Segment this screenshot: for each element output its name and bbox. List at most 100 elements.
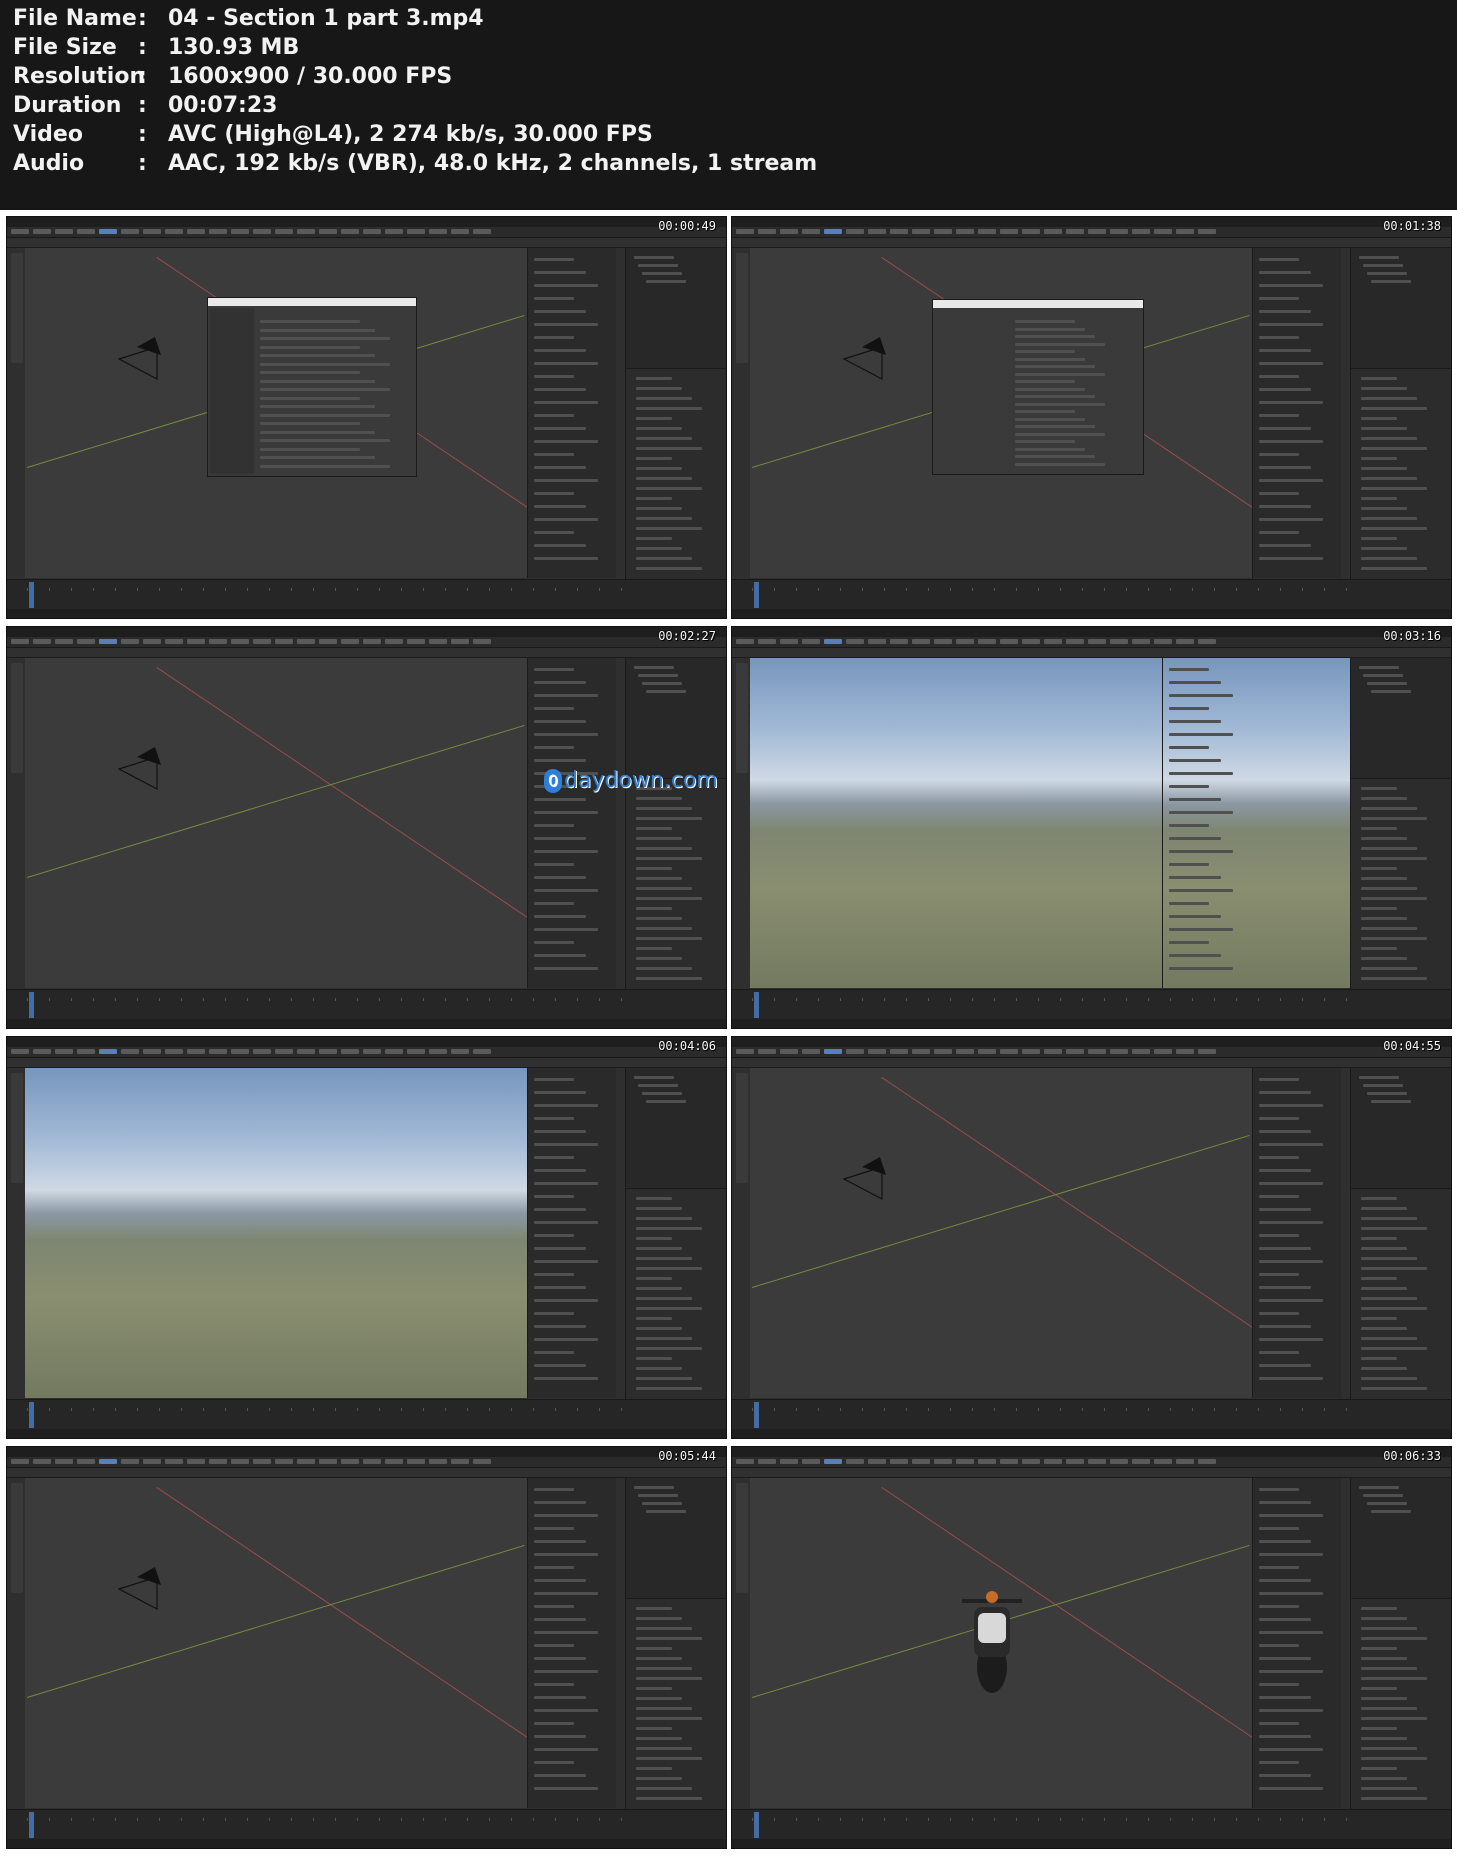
property-row[interactable] [1361,907,1397,910]
panel-row[interactable] [1259,1351,1299,1354]
property-row[interactable] [1361,1317,1397,1320]
menu-item[interactable] [868,1459,886,1464]
menu-item[interactable] [121,639,139,644]
property-row[interactable] [636,1767,672,1770]
panel-row[interactable] [534,531,574,534]
panel-row[interactable] [534,1605,574,1608]
panel-row[interactable] [534,824,574,827]
menu-item[interactable] [934,1049,952,1054]
panel-row[interactable] [534,1670,598,1673]
property-row[interactable] [636,517,692,520]
panel-row[interactable] [534,1247,586,1250]
camera-object-icon[interactable] [842,337,912,387]
outliner-row[interactable] [638,264,678,267]
menu-item[interactable] [77,1049,95,1054]
tool-shelf[interactable] [736,1483,748,1593]
property-row[interactable] [1361,1267,1427,1270]
property-row[interactable] [636,827,672,830]
panel-row[interactable] [1259,1644,1299,1647]
menu-item[interactable] [868,639,886,644]
menu-item[interactable] [1176,1459,1194,1464]
panel-row[interactable] [1169,720,1221,723]
file-row[interactable] [1015,402,1105,406]
timeline[interactable] [732,1399,1451,1430]
property-row[interactable] [636,1197,672,1200]
file-row[interactable] [1015,320,1075,323]
panel-row[interactable] [534,1117,574,1120]
menu-item[interactable] [99,1459,117,1464]
outliner-row[interactable] [642,682,682,685]
timeline[interactable] [732,989,1451,1020]
panel-row[interactable] [534,401,598,404]
outliner[interactable] [625,1478,726,1598]
property-row[interactable] [636,877,682,880]
property-row[interactable] [1361,427,1407,430]
property-row[interactable] [636,1297,692,1300]
panel-row[interactable] [534,798,586,801]
menu-item[interactable] [275,229,293,234]
panel-row[interactable] [534,720,586,723]
menu-item[interactable] [55,1459,73,1464]
menu-item[interactable] [253,1459,271,1464]
panel-row[interactable] [1259,323,1323,326]
property-row[interactable] [636,1347,702,1350]
panel-row[interactable] [534,1273,574,1276]
outliner-row[interactable] [642,1502,682,1505]
property-row[interactable] [1361,1737,1407,1740]
panel-row[interactable] [534,1338,598,1341]
menu-item[interactable] [758,229,776,234]
property-row[interactable] [636,1737,682,1740]
property-row[interactable] [636,1237,672,1240]
menu-item[interactable] [121,1049,139,1054]
menu-item[interactable] [846,1049,864,1054]
property-row[interactable] [1361,497,1397,500]
property-row[interactable] [636,487,702,490]
panel-row[interactable] [1259,1325,1311,1328]
menu-item[interactable] [253,639,271,644]
sidebar-panel[interactable] [1252,248,1341,578]
outliner-row[interactable] [646,690,686,693]
panel-row[interactable] [534,1592,598,1595]
property-row[interactable] [1361,1757,1427,1760]
menu-item[interactable] [55,1049,73,1054]
outliner-row[interactable] [1367,272,1407,275]
tool-shelf[interactable] [736,1073,748,1183]
property-row[interactable] [1361,1277,1397,1280]
panel-row[interactable] [1259,466,1311,469]
property-row[interactable] [1361,467,1407,470]
panel-row[interactable] [1169,863,1209,866]
panel-row[interactable] [1259,1657,1311,1660]
menu-item[interactable] [758,639,776,644]
panel-row[interactable] [1169,837,1221,840]
property-row[interactable] [1361,1607,1397,1610]
menu-item[interactable] [758,1459,776,1464]
addon-row[interactable] [260,456,375,459]
menu-item[interactable] [868,229,886,234]
panel-row[interactable] [534,1156,574,1159]
panel-row[interactable] [534,284,598,287]
panel-row[interactable] [1259,1247,1311,1250]
outliner-row[interactable] [1359,1076,1399,1079]
panel-row[interactable] [1169,694,1233,697]
property-row[interactable] [1361,1717,1427,1720]
properties-editor[interactable] [625,1598,726,1809]
menu-item[interactable] [429,639,447,644]
outliner-row[interactable] [1363,1084,1403,1087]
panel-row[interactable] [1259,1338,1323,1341]
property-row[interactable] [1361,517,1417,520]
panel-row[interactable] [534,1540,586,1543]
panel-row[interactable] [1259,271,1311,274]
menu-item[interactable] [1022,229,1040,234]
property-row[interactable] [1361,487,1427,490]
playhead[interactable] [29,582,34,608]
file-row[interactable] [1015,380,1075,383]
menu-item[interactable] [1066,1049,1084,1054]
viewport[interactable] [25,1068,537,1398]
file-row[interactable] [1015,350,1075,353]
menu-item[interactable] [780,1459,798,1464]
menu-item[interactable] [11,229,29,234]
panel-row[interactable] [534,733,598,736]
menu-item[interactable] [978,1459,996,1464]
playhead[interactable] [754,582,759,608]
menu-item[interactable] [956,1459,974,1464]
